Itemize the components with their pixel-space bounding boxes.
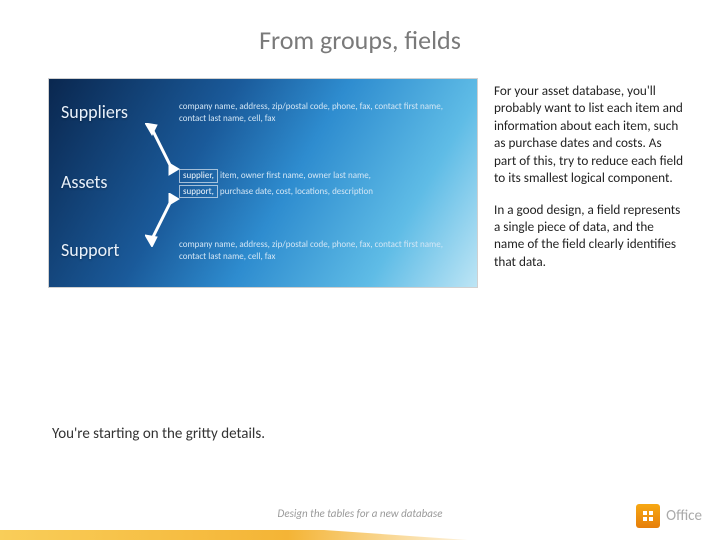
body-paragraph-2: In a good design, a field represents a s… (494, 201, 686, 271)
slide-title: From groups, fields (0, 24, 720, 56)
diagram-fields-assets: supplier, item, owner first name, owner … (179, 169, 469, 198)
footer-text: Design the tables for a new database (0, 507, 720, 520)
diagram-label-suppliers: Suppliers (61, 101, 128, 123)
footer-curve-decoration (0, 530, 720, 540)
assets-line1: item, owner first name, owner last name, (220, 170, 371, 182)
diagram: Suppliers company name, address, zip/pos… (48, 78, 478, 288)
brand-text: Office (666, 507, 702, 525)
brand-logo: Office (636, 504, 702, 528)
body-paragraph-1: For your asset database, you'll probably… (494, 82, 686, 187)
assets-line2: purchase date, cost, locations, descript… (220, 186, 373, 198)
office-icon (636, 504, 660, 528)
slide: From groups, fields Suppliers company na… (0, 0, 720, 540)
body-text: For your asset database, you'll probably… (494, 82, 686, 270)
support-boxed-field: support, (179, 185, 218, 199)
diagram-label-support: Support (61, 239, 119, 261)
diagram-fields-support: company name, address, zip/postal code, … (179, 239, 459, 262)
footer: Design the tables for a new database Off… (0, 488, 720, 540)
subheading: You're starting on the gritty details. (52, 425, 265, 443)
diagram-fields-suppliers: company name, address, zip/postal code, … (179, 101, 459, 124)
arrow-suppliers-to-assets (145, 123, 181, 177)
arrow-assets-to-support (145, 193, 181, 247)
diagram-label-assets: Assets (61, 171, 107, 193)
supplier-boxed-field: supplier, (179, 169, 218, 183)
